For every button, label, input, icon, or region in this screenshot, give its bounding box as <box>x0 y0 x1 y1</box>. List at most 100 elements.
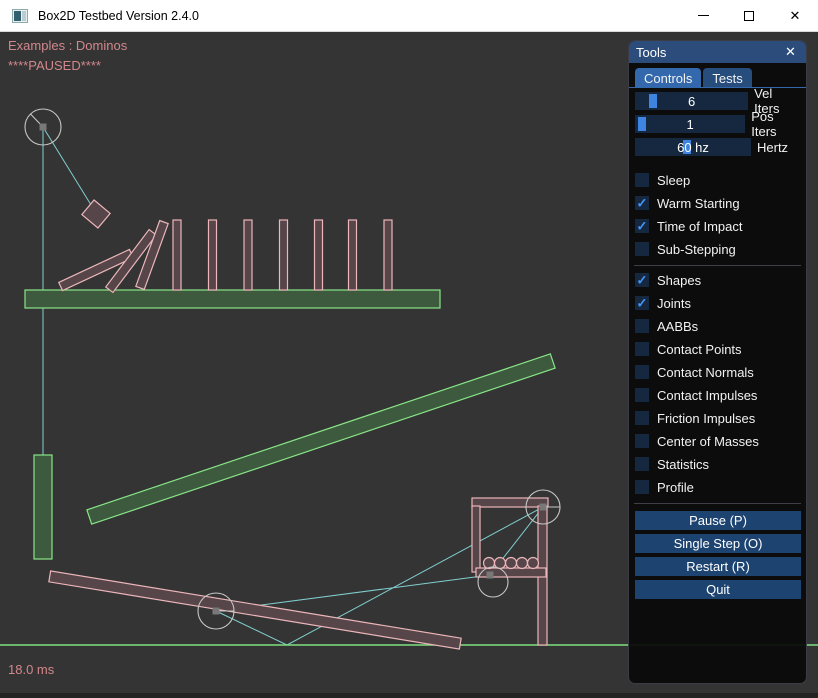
warm-starting-checkbox[interactable]: ✓ <box>635 196 649 210</box>
checkbox-row-statistics: Statistics <box>635 457 800 471</box>
warm-starting-label: Warm Starting <box>657 196 740 211</box>
checkbox-row-aabbs: AABBs <box>635 319 800 333</box>
contact-points-checkbox[interactable] <box>635 342 649 356</box>
tools-panel-body: ControlsTests 6Vel Iters 1 Pos Iters60 hz H… <box>629 63 806 599</box>
buttons-section: Pause (P) Single Step (O) Restart (R) Quit <box>635 511 800 599</box>
vel-iters-slider-row: 6Vel Iters <box>635 92 800 110</box>
window-bottom-edge <box>0 693 818 698</box>
checkbox-row-profile: Profile <box>635 480 800 494</box>
contact-normals-checkbox[interactable] <box>635 365 649 379</box>
profile-label: Profile <box>657 480 694 495</box>
checkbox-row-time-of-impact: ✓ Time of Impact <box>635 219 800 233</box>
statistics-checkbox[interactable] <box>635 457 649 471</box>
standing-domino <box>209 220 217 290</box>
checkbox-row-contact-impulses: Contact Impulses <box>635 388 800 402</box>
friction-impulses-checkbox[interactable] <box>635 411 649 425</box>
checkbox-row-contact-points: Contact Points <box>635 342 800 356</box>
checkmark-icon: ✓ <box>637 219 648 232</box>
app-icon <box>12 9 28 23</box>
close-icon: ✕ <box>790 9 801 22</box>
aabbs-checkbox[interactable] <box>635 319 649 333</box>
contact-points-label: Contact Points <box>657 342 742 357</box>
pos-iters-slider[interactable]: 1 <box>635 115 745 133</box>
maximize-icon <box>744 11 754 21</box>
hertz-slider[interactable]: 60 hz <box>635 138 751 156</box>
window-titlebar[interactable]: Box2D Testbed Version 2.4.0 ✕ <box>0 0 818 32</box>
checkbox-section: Sleep ✓ Warm Starting ✓ Time of Impact Sub-St… <box>635 173 800 504</box>
tools-panel-titlebar[interactable]: Tools ✕ <box>629 41 806 63</box>
maximize-button[interactable] <box>726 0 772 32</box>
example-label: Examples : Dominos <box>8 38 127 53</box>
ball <box>506 558 517 569</box>
checkmark-icon: ✓ <box>637 196 648 209</box>
window-title: Box2D Testbed Version 2.4.0 <box>38 9 199 23</box>
pos-iters-value: 1 <box>635 115 745 133</box>
checkbox-row-sub-stepping: Sub-Stepping <box>635 242 800 256</box>
ball <box>517 558 528 569</box>
frame-left-column <box>472 506 480 572</box>
vertical-block <box>34 455 52 559</box>
standing-domino <box>244 220 252 290</box>
shapes-checkbox[interactable]: ✓ <box>635 273 649 287</box>
checkmark-icon: ✓ <box>637 296 648 309</box>
quit-button[interactable]: Quit <box>635 580 801 599</box>
window-controls: ✕ <box>680 0 818 32</box>
profile-checkbox[interactable] <box>635 480 649 494</box>
statistics-label: Statistics <box>657 457 709 472</box>
time-of-impact-label: Time of Impact <box>657 219 742 234</box>
standing-domino <box>349 220 357 290</box>
vel-iters-slider[interactable]: 6 <box>635 92 748 110</box>
checkbox-row-friction-impulses: Friction Impulses <box>635 411 800 425</box>
tab-controls[interactable]: Controls <box>635 68 701 87</box>
domino-platform <box>25 290 440 308</box>
aabbs-label: AABBs <box>657 319 698 334</box>
contact-normals-label: Contact Normals <box>657 365 754 380</box>
center-of-masses-label: Center of Masses <box>657 434 759 449</box>
center-of-masses-checkbox[interactable] <box>635 434 649 448</box>
seesaw-plank <box>49 571 461 649</box>
time-of-impact-checkbox[interactable]: ✓ <box>635 219 649 233</box>
vel-iters-value: 6 <box>635 92 748 110</box>
standing-domino <box>173 220 181 290</box>
tabbar: ControlsTests <box>635 68 800 87</box>
standing-domino <box>280 220 288 290</box>
standing-domino <box>315 220 323 290</box>
standing-domino <box>384 220 392 290</box>
minimize-button[interactable] <box>680 0 726 32</box>
minimize-icon <box>698 15 709 16</box>
pendulum-box <box>82 200 110 228</box>
single-step-o-button[interactable]: Single Step (O) <box>635 534 801 553</box>
checkbox-row-center-of-masses: Center of Masses <box>635 434 800 448</box>
checkbox-row-warm-starting: ✓ Warm Starting <box>635 196 800 210</box>
tools-panel-close-button[interactable]: ✕ <box>782 44 799 61</box>
close-button[interactable]: ✕ <box>772 0 818 32</box>
checkbox-row-joints: ✓Joints <box>635 296 800 310</box>
shapes-label: Shapes <box>657 273 701 288</box>
separator <box>634 503 801 504</box>
contact-impulses-label: Contact Impulses <box>657 388 757 403</box>
separator <box>634 265 801 266</box>
box2d-testbed-window: { "window": { "title": "Box2D Testbed Ve… <box>0 0 818 698</box>
pause-p-button[interactable]: Pause (P) <box>635 511 801 530</box>
pos-iters-label: Pos Iters <box>751 109 800 139</box>
sleep-label: Sleep <box>657 173 690 188</box>
restart-r-button[interactable]: Restart (R) <box>635 557 801 576</box>
frame-top-bar <box>472 498 548 507</box>
tab-tests[interactable]: Tests <box>703 68 751 87</box>
joints-checkbox[interactable]: ✓ <box>635 296 649 310</box>
hertz-label: Hertz <box>757 140 788 155</box>
checkmark-icon: ✓ <box>637 273 648 286</box>
frame-time-label: 18.0 ms <box>8 662 54 677</box>
sleep-checkbox[interactable] <box>635 173 649 187</box>
sliders-section: 6Vel Iters 1 Pos Iters60 hz Hertz <box>635 92 800 156</box>
hertz-value: 60 hz <box>635 138 751 156</box>
checkbox-row-contact-normals: Contact Normals <box>635 365 800 379</box>
dynamic-shapes <box>49 200 548 649</box>
contact-impulses-checkbox[interactable] <box>635 388 649 402</box>
sub-stepping-label: Sub-Stepping <box>657 242 736 257</box>
joint-anchors <box>40 124 547 615</box>
tools-panel: Tools ✕ ControlsTests 6Vel Iters 1 Pos Ite… <box>628 40 807 684</box>
friction-impulses-label: Friction Impulses <box>657 411 755 426</box>
sub-stepping-checkbox[interactable] <box>635 242 649 256</box>
ball <box>528 558 539 569</box>
